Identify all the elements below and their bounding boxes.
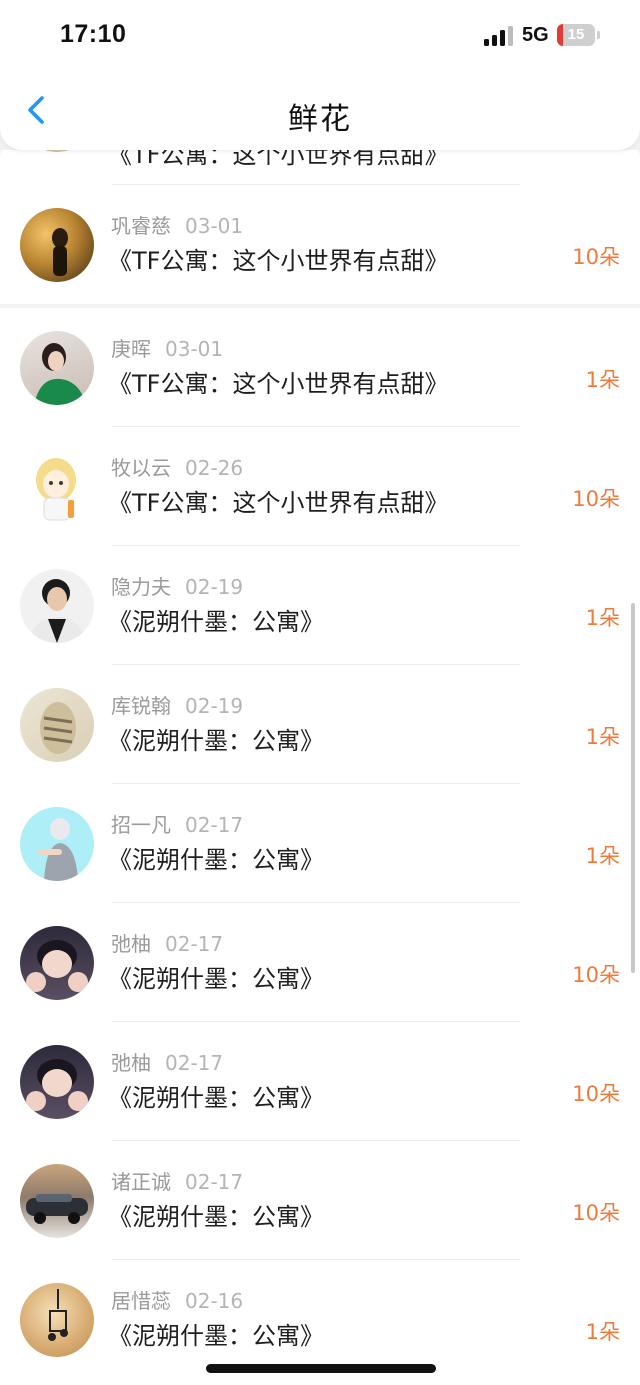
flower-count: 1朵 bbox=[585, 844, 620, 868]
user-name[interactable]: 巩睿慈 bbox=[111, 214, 171, 238]
avatar bbox=[20, 1164, 94, 1238]
record-date: 02-17 bbox=[165, 1051, 224, 1075]
user-name[interactable]: 牧以云 bbox=[111, 456, 171, 480]
record-meta: 巩睿慈 03-01 bbox=[111, 210, 243, 239]
record-meta: 居惜蕊 02-16 bbox=[111, 1285, 243, 1314]
work-title[interactable]: 《泥朔什墨：公寓》 bbox=[108, 1197, 324, 1232]
record-date: 02-19 bbox=[185, 575, 244, 599]
avatar bbox=[20, 688, 94, 762]
network-type: 5G bbox=[522, 24, 549, 46]
list-item[interactable]: 招一凡 02-17 《泥朔什墨：公寓》 1朵 bbox=[0, 784, 640, 903]
avatar bbox=[20, 926, 94, 1000]
record-date: 02-26 bbox=[185, 456, 244, 480]
flower-count: 1朵 bbox=[585, 1320, 620, 1344]
avatar bbox=[20, 331, 94, 405]
avatar bbox=[20, 208, 94, 282]
user-name[interactable]: 庚晖 bbox=[111, 337, 151, 361]
record-meta: 牧以云 02-26 bbox=[111, 452, 243, 481]
avatar bbox=[20, 1045, 94, 1119]
flower-count: 10朵 bbox=[572, 245, 620, 269]
list-item[interactable]: 弛柚 02-17 《泥朔什墨：公寓》 10朵 bbox=[0, 903, 640, 1022]
record-meta: 弛柚 02-17 bbox=[111, 928, 223, 957]
list-item[interactable]: 居惜蕊 02-16 《泥朔什墨：公寓》 1朵 bbox=[0, 1260, 640, 1379]
user-name[interactable]: 弛柚 bbox=[111, 1051, 151, 1075]
cellular-signal-icon bbox=[484, 26, 513, 46]
work-title[interactable]: 《泥朔什墨：公寓》 bbox=[108, 959, 324, 994]
avatar bbox=[20, 150, 94, 152]
record-date: 02-17 bbox=[185, 813, 244, 837]
list-item[interactable]: 诸正诚 02-17 《泥朔什墨：公寓》 10朵 bbox=[0, 1141, 640, 1260]
user-name[interactable]: 居惜蕊 bbox=[111, 1289, 171, 1313]
record-meta: 弛柚 02-17 bbox=[111, 1047, 223, 1076]
list-item[interactable]: 隐力夫 02-19 《泥朔什墨：公寓》 1朵 bbox=[0, 546, 640, 665]
avatar bbox=[20, 807, 94, 881]
status-time: 17:10 bbox=[60, 20, 127, 48]
record-date: 02-16 bbox=[185, 1289, 244, 1313]
work-title[interactable]: 《TF公寓：这个小世界有点甜》 bbox=[108, 364, 448, 399]
user-name[interactable]: 隐力夫 bbox=[111, 575, 171, 599]
record-date: 02-17 bbox=[185, 1170, 244, 1194]
user-name[interactable]: 招一凡 bbox=[111, 813, 171, 837]
avatar bbox=[20, 1283, 94, 1357]
flower-count: 10朵 bbox=[572, 1201, 620, 1225]
user-name[interactable]: 诸正诚 bbox=[111, 1170, 171, 1194]
list-item[interactable]: 庚晖 03-01 《TF公寓：这个小世界有点甜》 1朵 bbox=[0, 308, 640, 427]
list-item[interactable]: 巩睿慈 03-01 《TF公寓：这个小世界有点甜》 10朵 bbox=[0, 185, 640, 304]
work-title[interactable]: 《TF公寓：这个小世界有点甜》 bbox=[108, 241, 448, 276]
record-date: 03-01 bbox=[165, 337, 224, 361]
list-item[interactable]: 牧以云 02-26 《TF公寓：这个小世界有点甜》 10朵 bbox=[0, 427, 640, 546]
user-name[interactable]: 库锐翰 bbox=[111, 694, 171, 718]
list-item[interactable]: 库锐翰 02-19 《泥朔什墨：公寓》 1朵 bbox=[0, 665, 640, 784]
flower-count: 1朵 bbox=[585, 606, 620, 630]
battery-cap bbox=[597, 31, 600, 39]
flower-record-list[interactable]: 《TF公寓：这个小世界有点甜》 巩睿慈 03-01 《TF公寓：这个小世界有点甜》… bbox=[0, 150, 640, 1385]
work-title[interactable]: 《泥朔什墨：公寓》 bbox=[108, 721, 324, 756]
list-card: 庚晖 03-01 《TF公寓：这个小世界有点甜》 1朵 牧以云 02-26 《TF公… bbox=[0, 308, 640, 1385]
record-date: 03-01 bbox=[185, 214, 244, 238]
flower-count: 1朵 bbox=[585, 725, 620, 749]
status-bar: 17:10 5G 15 bbox=[0, 0, 640, 70]
record-date: 02-19 bbox=[185, 694, 244, 718]
flower-count: 10朵 bbox=[572, 963, 620, 987]
record-meta: 诸正诚 02-17 bbox=[111, 1166, 243, 1195]
list-card: 《TF公寓：这个小世界有点甜》 巩睿慈 03-01 《TF公寓：这个小世界有点甜》… bbox=[0, 150, 640, 304]
work-title[interactable]: 《泥朔什墨：公寓》 bbox=[108, 602, 324, 637]
home-indicator[interactable] bbox=[206, 1364, 436, 1373]
record-meta: 库锐翰 02-19 bbox=[111, 690, 243, 719]
avatar bbox=[20, 569, 94, 643]
avatar bbox=[20, 450, 94, 524]
user-name[interactable]: 弛柚 bbox=[111, 932, 151, 956]
record-meta: 隐力夫 02-19 bbox=[111, 571, 243, 600]
scrollbar[interactable] bbox=[631, 603, 635, 973]
record-meta: 庚晖 03-01 bbox=[111, 333, 223, 362]
record-meta: 招一凡 02-17 bbox=[111, 809, 243, 838]
nav-bar: 鲜花 bbox=[0, 70, 640, 150]
work-title[interactable]: 《泥朔什墨：公寓》 bbox=[108, 1316, 324, 1351]
battery-icon: 15 bbox=[557, 24, 595, 46]
work-title[interactable]: 《泥朔什墨：公寓》 bbox=[108, 840, 324, 875]
flower-count: 10朵 bbox=[572, 1082, 620, 1106]
record-date: 02-17 bbox=[165, 932, 224, 956]
work-title[interactable]: 《TF公寓：这个小世界有点甜》 bbox=[108, 483, 448, 518]
flower-count: 1朵 bbox=[585, 368, 620, 392]
page-title: 鲜花 bbox=[288, 102, 352, 137]
list-item[interactable]: 弛柚 02-17 《泥朔什墨：公寓》 10朵 bbox=[0, 1022, 640, 1141]
flower-count: 10朵 bbox=[572, 487, 620, 511]
work-title: 《TF公寓：这个小世界有点甜》 bbox=[108, 150, 449, 169]
work-title[interactable]: 《泥朔什墨：公寓》 bbox=[108, 1078, 324, 1113]
battery-percent: 15 bbox=[567, 26, 585, 43]
